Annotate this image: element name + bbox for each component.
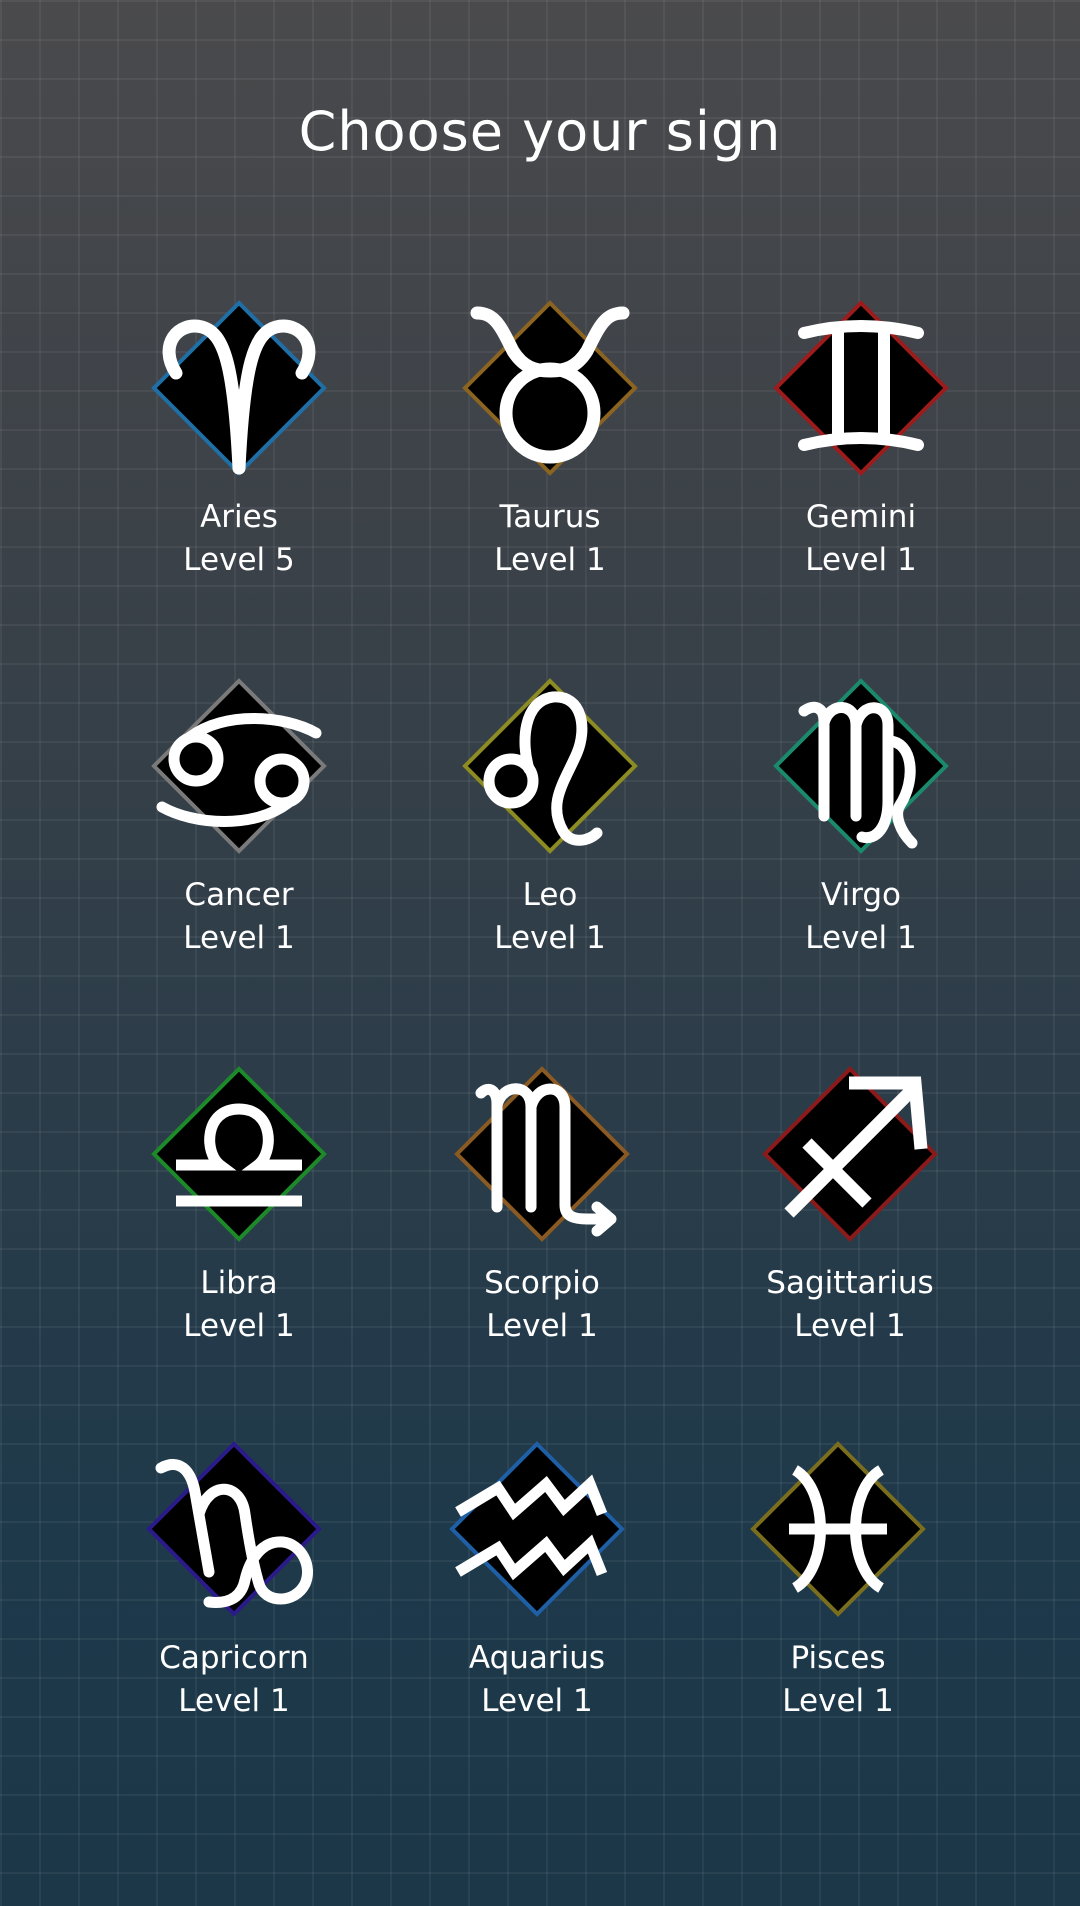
sign-name: Aries (200, 499, 278, 535)
sign-name: Scorpio (484, 1265, 600, 1301)
sign-name: Capricorn (159, 1640, 309, 1676)
scorpio-emblem (454, 1066, 630, 1242)
sign-sagittarius[interactable]: Sagittarius Level 1 (700, 1066, 1000, 1369)
sign-aries[interactable]: Aries Level 5 (89, 300, 389, 603)
sign-virgo[interactable]: Virgo Level 1 (711, 678, 1011, 981)
sign-name: Gemini (805, 499, 917, 535)
virgo-emblem (773, 678, 949, 854)
sign-gemini[interactable]: Gemini Level 1 (711, 300, 1011, 603)
sign-level: Level 1 (494, 542, 606, 578)
sign-name: Sagittarius (766, 1265, 934, 1301)
page-title: Choose your sign (298, 100, 782, 163)
sign-libra[interactable]: Libra Level 1 (89, 1066, 389, 1369)
sign-name: Aquarius (468, 1640, 606, 1676)
sign-taurus[interactable]: Taurus Level 1 (400, 300, 700, 603)
taurus-emblem (462, 300, 638, 476)
sign-aquarius[interactable]: Aquarius Level 1 (387, 1441, 687, 1744)
cancer-emblem (151, 678, 327, 854)
sagittarius-emblem (762, 1066, 938, 1242)
sign-level: Level 1 (782, 1683, 894, 1719)
sign-name: Cancer (184, 877, 294, 913)
libra-emblem (151, 1066, 327, 1242)
sign-name: Pisces (790, 1640, 886, 1676)
sign-level: Level 1 (481, 1683, 593, 1719)
aries-emblem (151, 300, 327, 476)
sign-level: Level 1 (183, 920, 295, 956)
gemini-emblem (773, 300, 949, 476)
sign-name: Virgo (821, 877, 901, 913)
leo-emblem (462, 678, 638, 854)
sign-leo[interactable]: Leo Level 1 (400, 678, 700, 981)
sign-level: Level 1 (494, 920, 606, 956)
sign-level: Level 1 (805, 542, 917, 578)
sign-level: Level 1 (486, 1308, 598, 1344)
sign-level: Level 1 (794, 1308, 906, 1344)
aquarius-emblem (449, 1441, 625, 1617)
sign-level: Level 5 (183, 542, 295, 578)
sign-level: Level 1 (183, 1308, 295, 1344)
sign-name: Taurus (499, 499, 601, 535)
sign-cancer[interactable]: Cancer Level 1 (89, 678, 389, 981)
sign-capricorn[interactable]: Capricorn Level 1 (84, 1441, 384, 1744)
sign-pisces[interactable]: Pisces Level 1 (688, 1441, 988, 1744)
sign-level: Level 1 (805, 920, 917, 956)
sign-scorpio[interactable]: Scorpio Level 1 (392, 1066, 692, 1369)
capricorn-emblem (146, 1441, 322, 1617)
sign-name: Libra (200, 1265, 278, 1301)
sign-level: Level 1 (178, 1683, 290, 1719)
sign-name: Leo (522, 877, 578, 913)
pisces-emblem (750, 1441, 926, 1617)
